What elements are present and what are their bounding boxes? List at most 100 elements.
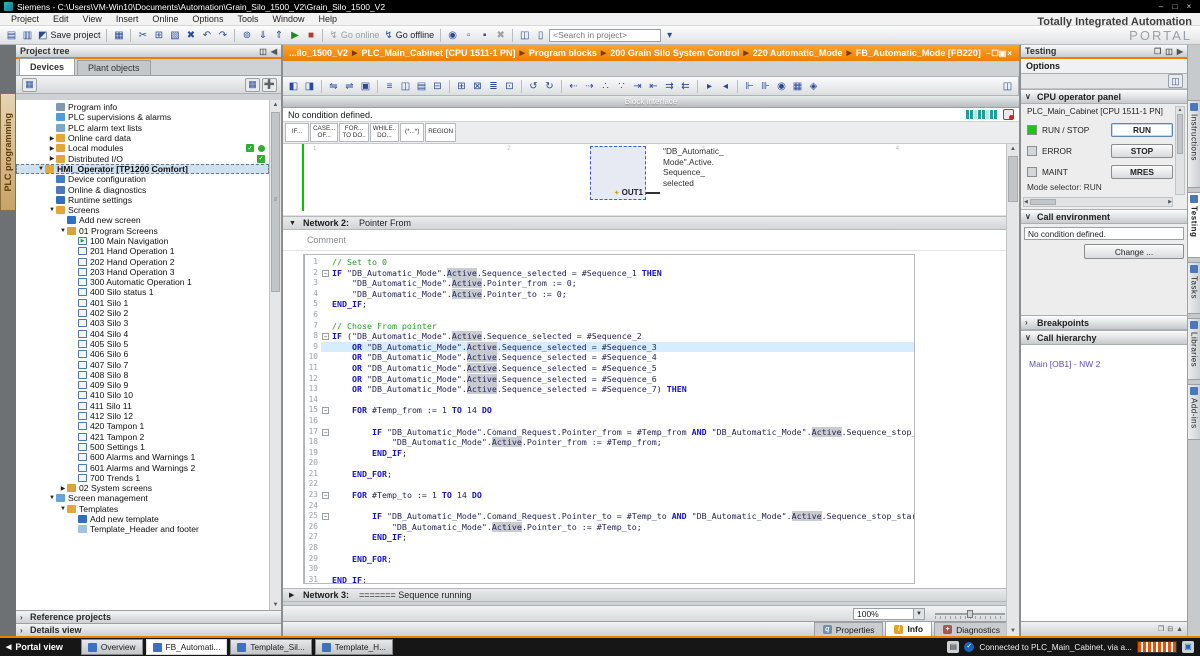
tree-item-add-new-screen[interactable]: Add new screen <box>16 215 269 225</box>
editor-toolbar-icon[interactable]: ⊞ <box>454 79 469 94</box>
go-offline-button[interactable]: ↯Go offline <box>382 28 436 43</box>
tree-item-410-silo-10[interactable]: 410 Silo 10 <box>16 390 269 400</box>
download-to-device-icon[interactable]: ⇓ <box>255 28 270 43</box>
upload-from-device-icon[interactable]: ⇑ <box>271 28 286 43</box>
breadcrumb-segment[interactable]: Program blocks <box>529 48 597 58</box>
editor-toolbar-icon[interactable]: ↺ <box>526 79 541 94</box>
snippet-region[interactable]: REGION <box>425 123 456 142</box>
undo-icon[interactable]: ↶ <box>199 28 214 43</box>
code-line-4[interactable]: 4 "DB_Automatic_Mode".Active.Pointer_to … <box>305 289 915 300</box>
stop-button[interactable]: STOP <box>1111 144 1173 158</box>
zoom-select[interactable]: 100% ▼ <box>853 608 925 620</box>
code-line-18[interactable]: 18 "DB_Automatic_Mode".Active.Pointer_fr… <box>305 437 915 448</box>
editor-toolbar-icon[interactable]: ▣ <box>358 79 373 94</box>
tree-item-411-silo-11[interactable]: 411 Silo 11 <box>16 401 269 411</box>
absolute-operands-icon[interactable]: ◫ <box>1000 79 1015 94</box>
collapse-panel-icon[interactable]: ◀ <box>271 47 277 56</box>
print-icon[interactable]: ▦ <box>111 28 126 43</box>
code-line-2[interactable]: 2−IF "DB_Automatic_Mode".Active.Sequence… <box>305 268 915 279</box>
copy-icon[interactable]: ⊞ <box>151 28 166 43</box>
float-panel-icon[interactable]: ❒ <box>1154 47 1161 56</box>
code-line-29[interactable]: 29 END_FOR; <box>305 554 915 565</box>
cpu-panel-hscrollbar[interactable]: ◀▶ <box>1023 197 1173 207</box>
editor-toolbar-icon[interactable]: ⊟ <box>430 79 445 94</box>
code-line-6[interactable]: 6 <box>305 310 915 321</box>
menu-online[interactable]: Online <box>145 14 185 24</box>
call-hierarchy-entry[interactable]: Main [OB1] - NW 2 <box>1029 359 1187 369</box>
code-line-30[interactable]: 30 <box>305 564 915 575</box>
snippet-for[interactable]: FOR... TO DO.. <box>339 123 368 142</box>
float-panel-icon[interactable]: ❒ <box>1158 625 1164 633</box>
receive-alarms-icon[interactable]: ▫ <box>461 28 476 43</box>
expander-down-icon[interactable]: ▼ <box>48 207 56 213</box>
maximize-editor-icon[interactable]: ▣ <box>999 49 1007 58</box>
cpu-operator-panel-header[interactable]: ∨ CPU operator panel <box>1021 89 1187 104</box>
run-button[interactable]: RUN <box>1111 123 1173 137</box>
menu-options[interactable]: Options <box>185 14 230 24</box>
tab-testing[interactable]: Testing <box>1188 192 1200 258</box>
editor-toolbar-icon[interactable]: ⇇ <box>678 79 693 94</box>
scroll-down-icon[interactable]: ▼ <box>270 600 281 610</box>
tree-item-runtime-settings[interactable]: Runtime settings <box>16 195 269 205</box>
fold-marker-icon[interactable]: − <box>321 405 332 416</box>
taskbar-template-sil-[interactable]: Template_Sil... <box>230 639 311 655</box>
code-line-25[interactable]: 25− IF "DB_Automatic_Mode".Comand_Reques… <box>305 511 915 522</box>
editor-toolbar-icon[interactable]: ⊠ <box>470 79 485 94</box>
expander-right-icon[interactable]: ▶ <box>48 145 56 152</box>
zoom-slider[interactable] <box>935 609 1005 619</box>
tree-item-421-tampon-2[interactable]: 421 Tampon 2 <box>16 432 269 442</box>
menu-tools[interactable]: Tools <box>230 14 265 24</box>
zoom-slider-thumb[interactable] <box>967 610 973 618</box>
network-3-header[interactable]: ▶ Network 3: ======= Sequence running <box>283 588 1019 602</box>
tree-item-203-hand-operation-3[interactable]: 203 Hand Operation 3 <box>16 267 269 277</box>
expander-down-icon[interactable]: ▼ <box>59 506 67 512</box>
editor-toolbar-icon[interactable]: ∵ <box>614 79 629 94</box>
editor-toolbar-icon[interactable]: ⊪ <box>758 79 773 94</box>
code-line-1[interactable]: 1// Set to 0 <box>305 257 915 268</box>
code-line-9[interactable]: 9 OR "DB_Automatic_Mode".Active.Sequence… <box>305 342 915 353</box>
tree-item-hmi-operator-tp1200-comfort-[interactable]: ▼HMI_Operator [TP1200 Comfort] <box>16 164 269 174</box>
tree-item-distributed-i-o[interactable]: ▶Distributed I/O✓ <box>16 153 269 163</box>
tree-item-400-silo-status-1[interactable]: 400 Silo status 1 <box>16 287 269 297</box>
tree-item-02-system-screens[interactable]: ▶02 System screens <box>16 483 269 493</box>
editor-toolbar-icon[interactable]: ◧ <box>286 79 301 94</box>
code-line-19[interactable]: 19 END_IF; <box>305 448 915 459</box>
menu-project[interactable]: Project <box>4 14 46 24</box>
editor-toolbar-icon[interactable]: ◨ <box>302 79 317 94</box>
tree-item-plc-alarm-text-lists[interactable]: PLC alarm text lists <box>16 123 269 133</box>
breadcrumb-segment[interactable]: PLC_Main_Cabinet [CPU 1511-1 PN] <box>361 48 515 58</box>
scroll-down-icon[interactable]: ▼ <box>1007 626 1019 636</box>
tree-item-402-silo-2[interactable]: 402 Silo 2 <box>16 308 269 318</box>
tree-item-add-new-template[interactable]: Add new template <box>16 514 269 524</box>
editor-toolbar-icon[interactable]: ⇠ <box>566 79 581 94</box>
editor-toolbar-icon[interactable]: ▤ <box>414 79 429 94</box>
dropdown-arrow-icon[interactable]: ▼ <box>913 609 924 619</box>
editor-toolbar-icon[interactable]: ⇤ <box>646 79 661 94</box>
scroll-up-icon[interactable]: ▲ <box>1007 144 1019 154</box>
editor-toolbar-icon[interactable]: ≡ <box>382 79 397 94</box>
output-operand-label[interactable]: "DB_Automatic_ Mode".Active. Sequence_ s… <box>663 146 724 188</box>
tab-devices[interactable]: Devices <box>19 58 75 75</box>
snippet-while[interactable]: WHILE.. DO... <box>370 123 399 142</box>
tab-plc-programming[interactable]: PLC programming <box>0 93 16 211</box>
menu-help[interactable]: Help <box>311 14 344 24</box>
column-view-icon[interactable]: ▦ <box>245 78 260 92</box>
expander-down-icon[interactable]: ▼ <box>48 495 56 501</box>
expander-down-icon[interactable]: ▼ <box>59 228 67 234</box>
taskbar-overview[interactable]: Overview <box>81 639 143 655</box>
fold-marker-icon[interactable]: − <box>321 268 332 279</box>
scrollbar-thumb[interactable]: ≡ <box>271 112 280 292</box>
fold-marker-icon[interactable]: − <box>321 427 332 438</box>
tree-item-405-silo-5[interactable]: 405 Silo 5 <box>16 339 269 349</box>
tree-item-program-info[interactable]: Program info <box>16 102 269 112</box>
editor-toolbar-icon[interactable]: ◈ <box>806 79 821 94</box>
call-hierarchy-header[interactable]: ∨ Call hierarchy <box>1021 330 1187 345</box>
breadcrumb-segment[interactable]: 220 Automatic_Mode <box>753 48 843 58</box>
expander-right-icon[interactable]: ▶ <box>59 485 67 492</box>
float-editor-icon[interactable]: ❒ <box>992 49 999 58</box>
tree-item-device-configuration[interactable]: Device configuration <box>16 174 269 184</box>
editor-toolbar-icon[interactable]: ⊡ <box>502 79 517 94</box>
code-line-14[interactable]: 14 <box>305 395 915 406</box>
open-project-icon[interactable]: ▥ <box>20 28 35 43</box>
editor-toolbar-icon[interactable]: ≣ <box>486 79 501 94</box>
